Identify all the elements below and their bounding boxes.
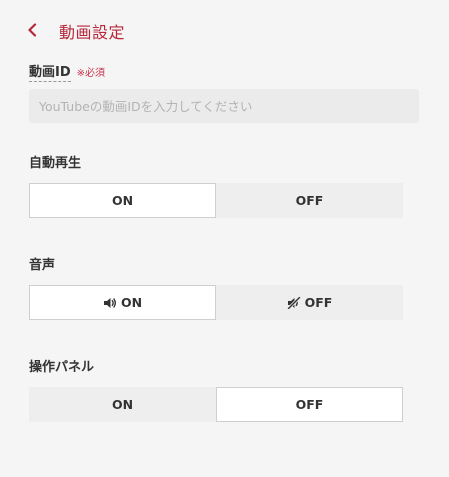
video-id-label: 動画ID: [29, 61, 71, 82]
autoplay-on-button[interactable]: ON: [29, 183, 216, 218]
control-panel-toggle: ON OFF: [29, 387, 403, 422]
autoplay-section: 自動再生 ON OFF: [29, 152, 419, 218]
control-panel-section: 操作パネル ON OFF: [29, 356, 419, 422]
audio-label-row: 音声: [29, 254, 419, 273]
volume-mute-icon: [287, 296, 301, 309]
control-panel-on-button[interactable]: ON: [29, 387, 216, 422]
autoplay-off-label: OFF: [295, 193, 324, 208]
control-panel-label-row: 操作パネル: [29, 356, 419, 375]
header: 動画設定: [0, 12, 449, 48]
control-panel-off-button[interactable]: OFF: [216, 387, 403, 422]
audio-on-button[interactable]: ON: [29, 285, 216, 320]
audio-toggle: ON OFF: [29, 285, 403, 320]
video-id-label-row: 動画ID ※必須: [29, 61, 419, 82]
control-panel-off-label: OFF: [295, 397, 324, 412]
page-title: 動画設定: [59, 23, 126, 42]
autoplay-on-label: ON: [111, 193, 134, 208]
audio-off-button[interactable]: OFF: [216, 285, 403, 320]
autoplay-label-row: 自動再生: [29, 152, 419, 171]
chevron-left-icon: [27, 23, 37, 37]
video-id-section: 動画ID ※必須: [29, 61, 419, 123]
required-badge: ※必須: [76, 68, 106, 79]
audio-off-label: OFF: [304, 295, 333, 310]
back-button[interactable]: [18, 16, 46, 44]
audio-section: 音声 ON OFF: [29, 254, 419, 320]
control-panel-on-label: ON: [111, 397, 134, 412]
control-panel-label: 操作パネル: [29, 360, 95, 375]
video-id-input[interactable]: [29, 89, 419, 123]
autoplay-toggle: ON OFF: [29, 183, 403, 218]
autoplay-off-button[interactable]: OFF: [216, 183, 403, 218]
autoplay-label: 自動再生: [29, 156, 82, 171]
volume-on-icon: [103, 297, 117, 309]
audio-label: 音声: [29, 258, 56, 273]
audio-on-label: ON: [120, 295, 143, 310]
